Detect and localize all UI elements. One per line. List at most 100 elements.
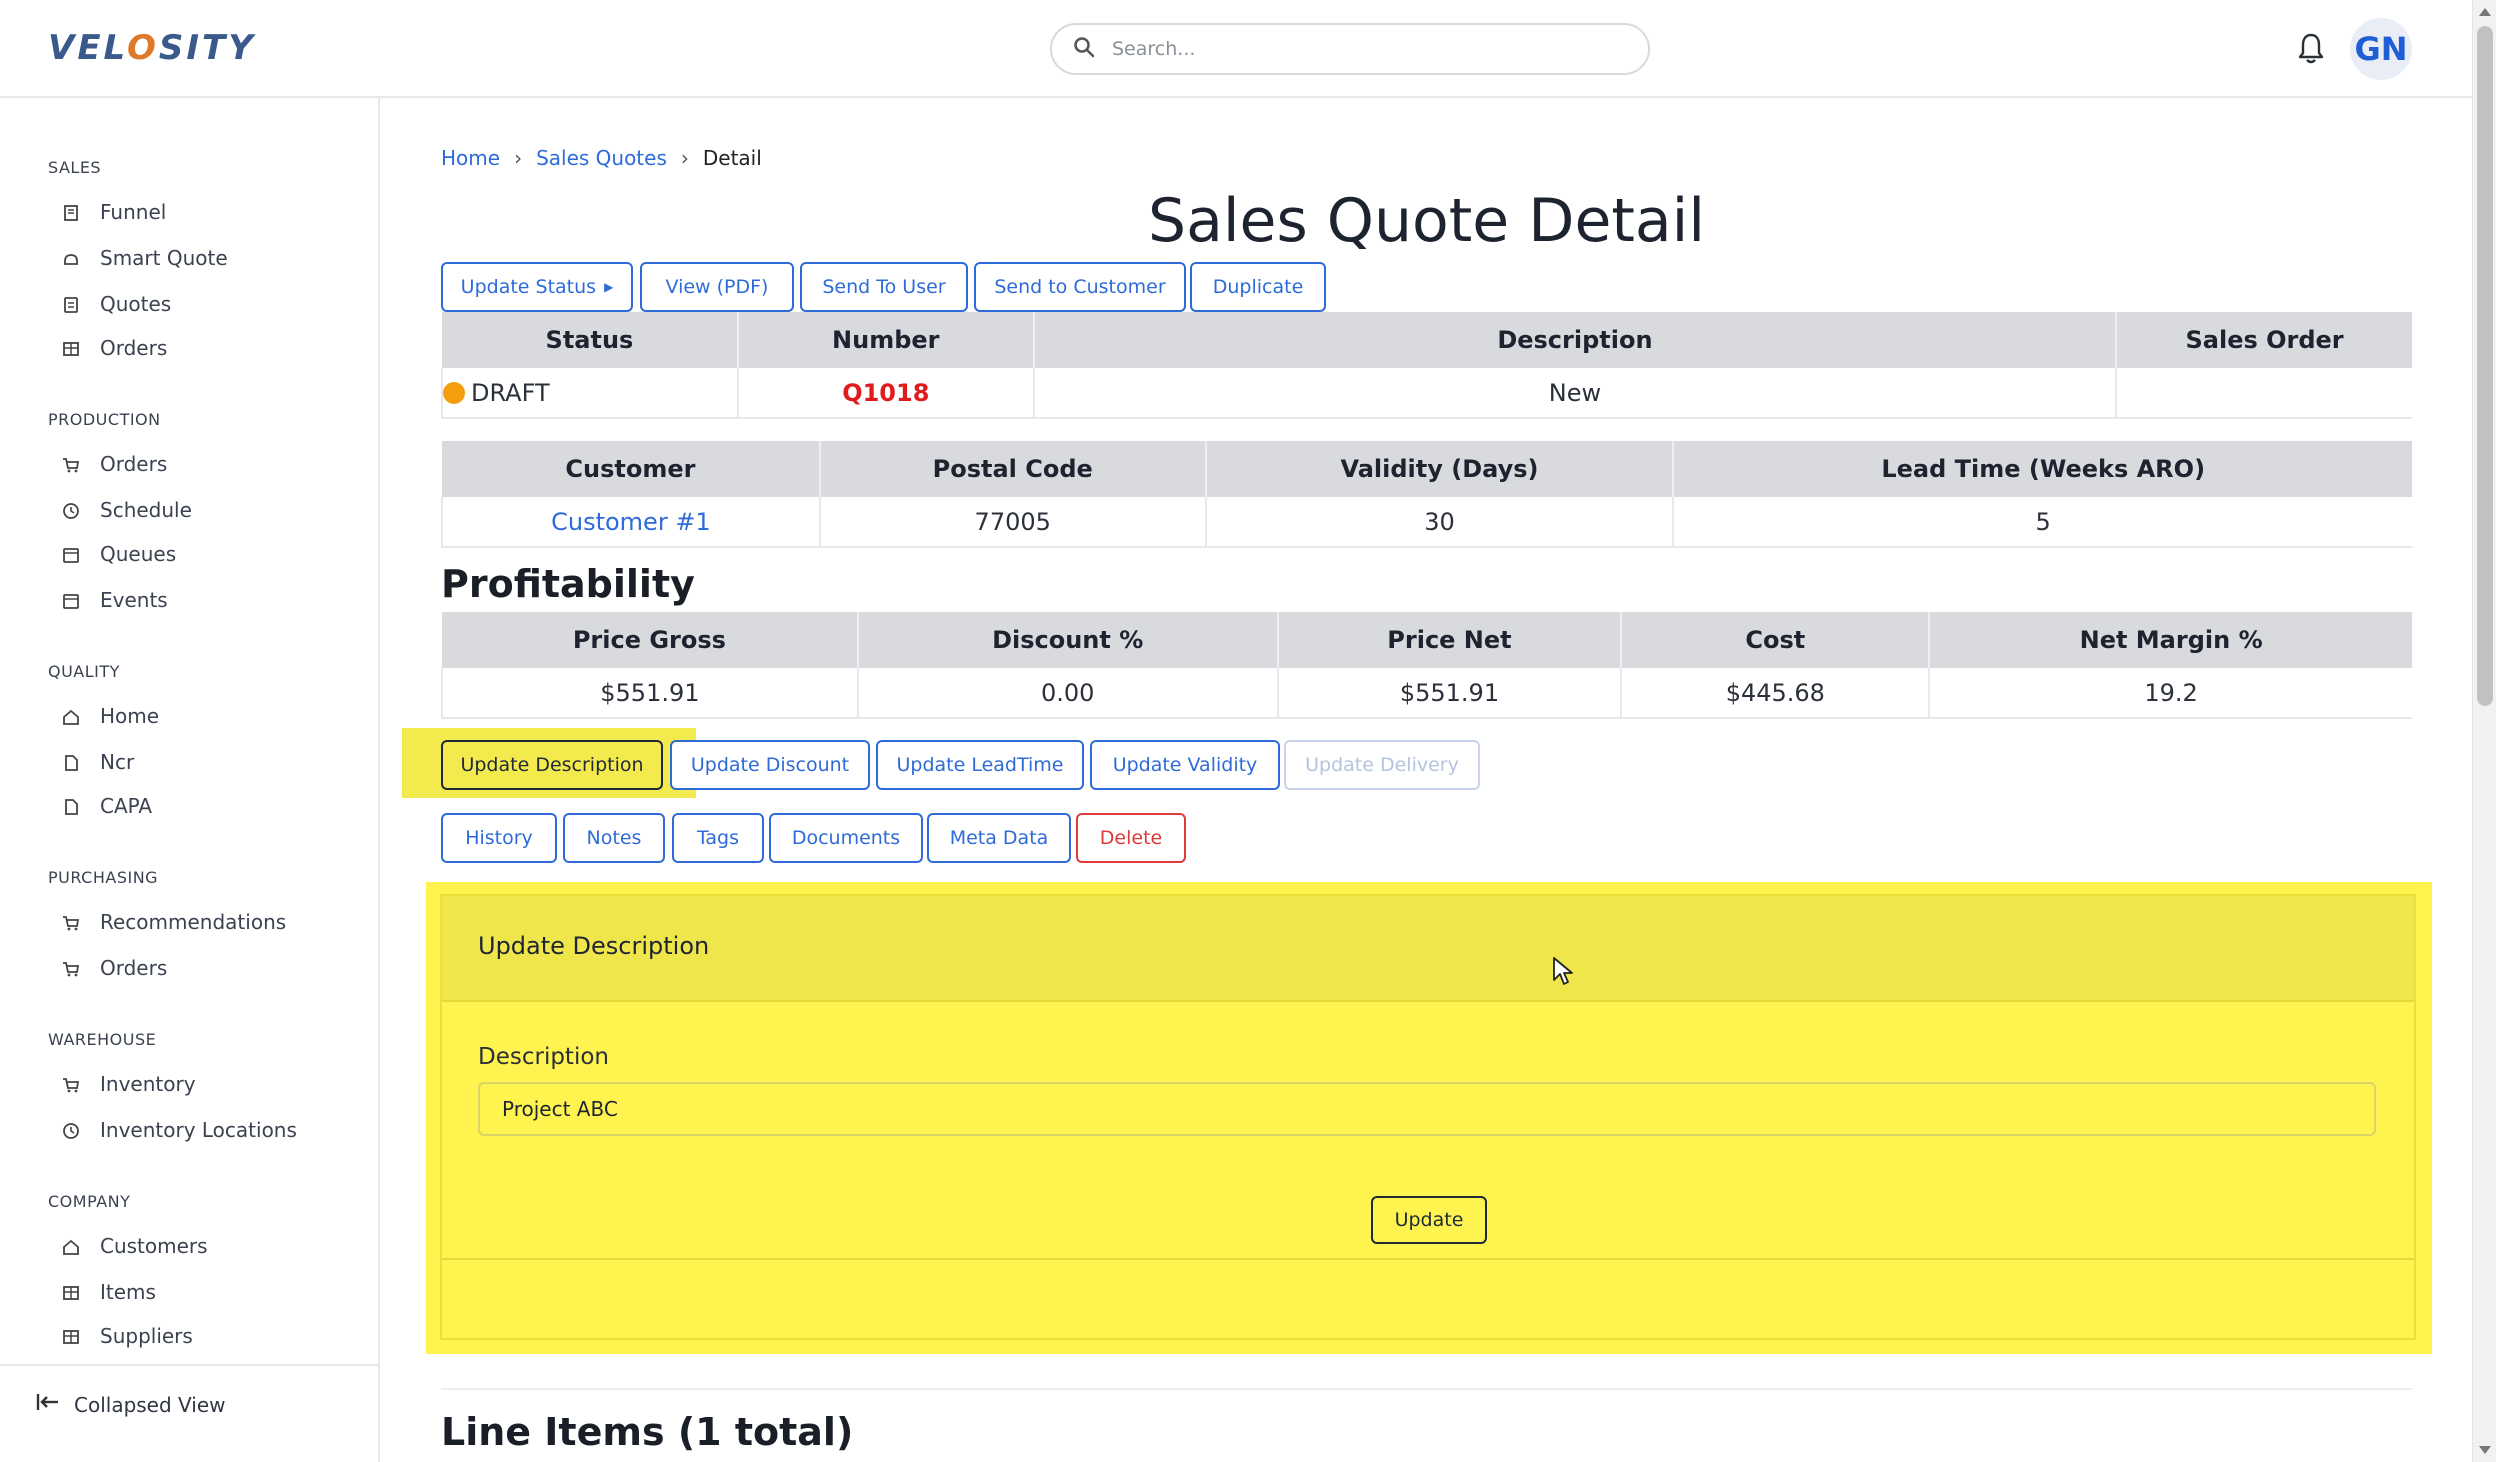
col-price-gross: Price Gross bbox=[442, 612, 859, 668]
collapse-arrow-icon bbox=[36, 1392, 74, 1417]
col-validity: Validity (Days) bbox=[1205, 441, 1675, 497]
sidebar-item-recommendations[interactable]: Recommendations bbox=[62, 904, 286, 940]
bell-icon bbox=[62, 249, 80, 267]
store-icon bbox=[62, 1327, 80, 1345]
net-margin-value: 19.2 bbox=[1929, 668, 2412, 719]
sidebar-section-quality: QUALITY bbox=[48, 662, 120, 681]
update-status-button[interactable]: Update Status ▶ bbox=[441, 262, 633, 312]
search-box[interactable] bbox=[1050, 23, 1650, 75]
description-field[interactable] bbox=[478, 1082, 2376, 1136]
sidebar-item-inventory[interactable]: Inventory bbox=[62, 1066, 196, 1102]
col-customer: Customer bbox=[442, 441, 821, 497]
main-content: Home › Sales Quotes › Detail Sales Quote… bbox=[382, 98, 2472, 1462]
col-price-net: Price Net bbox=[1277, 612, 1623, 668]
tab-documents[interactable]: Documents bbox=[769, 813, 923, 863]
top-bar: VELOSITY GN bbox=[0, 0, 2472, 98]
update-discount-button[interactable]: Update Discount bbox=[670, 740, 870, 790]
cost-value: $445.68 bbox=[1621, 668, 1931, 719]
col-status: Status bbox=[442, 312, 739, 368]
sidebar-item-purchasing-orders[interactable]: Orders bbox=[62, 950, 167, 986]
update-description-panel: Update Description Description Update bbox=[426, 882, 2432, 1354]
sidebar-item-inventory-locations[interactable]: Inventory Locations bbox=[62, 1112, 297, 1148]
page-scrollbar[interactable] bbox=[2472, 0, 2496, 1462]
view-pdf-button[interactable]: View (PDF) bbox=[640, 262, 794, 312]
search-input[interactable] bbox=[1112, 38, 1612, 60]
velocity-logo[interactable]: VELOSITY bbox=[48, 26, 256, 70]
profitability-heading: Profitability bbox=[441, 562, 695, 606]
delete-button[interactable]: Delete bbox=[1076, 813, 1186, 863]
price-net-value: $551.91 bbox=[1277, 668, 1623, 719]
mouse-cursor-icon bbox=[1552, 956, 1574, 986]
update-validity-button[interactable]: Update Validity bbox=[1090, 740, 1280, 790]
update-submit-button[interactable]: Update bbox=[1371, 1196, 1487, 1244]
cart-icon bbox=[62, 1075, 80, 1093]
discount-value: 0.00 bbox=[857, 668, 1279, 719]
sidebar-item-sales-orders[interactable]: Orders bbox=[62, 330, 167, 366]
chevron-right-icon: › bbox=[514, 146, 523, 170]
calendar-icon bbox=[62, 591, 80, 609]
notification-bell-icon[interactable] bbox=[2296, 32, 2326, 66]
duplicate-button[interactable]: Duplicate bbox=[1190, 262, 1326, 312]
sidebar-section-production: PRODUCTION bbox=[48, 410, 161, 429]
chevron-right-icon: › bbox=[680, 146, 689, 170]
postal-code-value: 77005 bbox=[819, 497, 1207, 548]
user-avatar[interactable]: GN bbox=[2350, 18, 2412, 80]
sidebar-section-sales: SALES bbox=[48, 158, 102, 177]
tab-history[interactable]: History bbox=[441, 813, 557, 863]
update-delivery-button: Update Delivery bbox=[1284, 740, 1480, 790]
lead-time-value: 5 bbox=[1673, 497, 2412, 548]
panel-footer-divider bbox=[442, 1258, 2414, 1260]
cart-icon bbox=[62, 913, 80, 931]
cart-icon bbox=[62, 959, 80, 977]
customer-link[interactable]: Customer #1 bbox=[441, 497, 821, 548]
breadcrumb-current: Detail bbox=[702, 146, 762, 170]
file-icon bbox=[62, 753, 80, 771]
sidebar-item-smart-quote[interactable]: Smart Quote bbox=[62, 240, 228, 276]
panel-header: Update Description bbox=[442, 896, 2414, 1002]
sidebar-item-production-orders[interactable]: Orders bbox=[62, 446, 167, 482]
status-dot-icon bbox=[443, 381, 465, 404]
quote-number: Q1018 bbox=[737, 368, 1035, 419]
status-badge: DRAFT bbox=[471, 378, 550, 407]
building-icon bbox=[62, 203, 80, 221]
section-divider bbox=[441, 1388, 2412, 1390]
sidebar: SALES Funnel Smart Quote Quotes Orders P… bbox=[0, 98, 380, 1462]
tab-notes[interactable]: Notes bbox=[563, 813, 665, 863]
tab-tags[interactable]: Tags bbox=[672, 813, 764, 863]
sidebar-item-quotes[interactable]: Quotes bbox=[62, 286, 171, 322]
line-items-heading: Line Items (1 total) bbox=[441, 1410, 854, 1454]
tab-meta-data[interactable]: Meta Data bbox=[927, 813, 1071, 863]
sidebar-item-queues[interactable]: Queues bbox=[62, 536, 176, 572]
sidebar-item-funnel[interactable]: Funnel bbox=[62, 194, 166, 230]
caret-right-icon: ▶ bbox=[604, 280, 614, 294]
col-postal-code: Postal Code bbox=[819, 441, 1207, 497]
send-to-customer-button[interactable]: Send to Customer bbox=[974, 262, 1186, 312]
update-leadtime-button[interactable]: Update LeadTime bbox=[876, 740, 1084, 790]
table-row: $551.91 0.00 $551.91 $445.68 19.2 bbox=[441, 668, 2412, 719]
sidebar-item-quality-home[interactable]: Home bbox=[62, 698, 159, 734]
sidebar-item-events[interactable]: Events bbox=[62, 582, 168, 618]
collapsed-view-toggle[interactable]: Collapsed View bbox=[36, 1392, 226, 1417]
breadcrumb-sales-quotes[interactable]: Sales Quotes bbox=[536, 146, 667, 170]
sidebar-item-schedule[interactable]: Schedule bbox=[62, 492, 192, 528]
col-cost: Cost bbox=[1621, 612, 1931, 668]
scrollbar-thumb[interactable] bbox=[2477, 26, 2493, 706]
scroll-down-arrow[interactable] bbox=[2479, 1446, 2491, 1454]
sidebar-item-suppliers[interactable]: Suppliers bbox=[62, 1318, 193, 1354]
update-description-button[interactable]: Update Description bbox=[441, 740, 663, 790]
calendar-icon bbox=[62, 545, 80, 563]
send-to-user-button[interactable]: Send To User bbox=[800, 262, 968, 312]
breadcrumb-home[interactable]: Home bbox=[441, 146, 500, 170]
col-lead-time: Lead Time (Weeks ARO) bbox=[1673, 441, 2412, 497]
sidebar-item-capa[interactable]: CAPA bbox=[62, 788, 152, 824]
customer-table: Customer Postal Code Validity (Days) Lea… bbox=[441, 441, 2412, 548]
quote-summary-table: Status Number Description Sales Order DR… bbox=[441, 312, 2412, 419]
scroll-up-arrow[interactable] bbox=[2479, 8, 2491, 16]
sidebar-item-ncr[interactable]: Ncr bbox=[62, 744, 134, 780]
sidebar-item-customers[interactable]: Customers bbox=[62, 1228, 208, 1264]
sales-order-cell bbox=[2116, 368, 2412, 419]
sidebar-section-company: COMPANY bbox=[48, 1192, 131, 1211]
panel-title: Update Description bbox=[478, 932, 710, 960]
sidebar-item-items[interactable]: Items bbox=[62, 1274, 156, 1310]
col-net-margin: Net Margin % bbox=[1929, 612, 2412, 668]
